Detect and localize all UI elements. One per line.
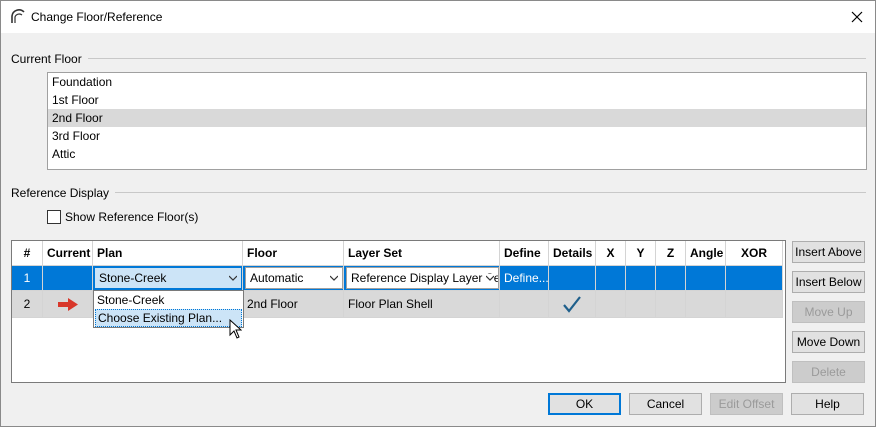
- row1-current[interactable]: [43, 266, 93, 291]
- col-header-x: X: [596, 241, 626, 266]
- row1-layer-set-cell: Reference Display Layer Set: [344, 266, 500, 291]
- row2-x[interactable]: [596, 291, 626, 318]
- show-reference-label[interactable]: Show Reference Floor(s): [65, 210, 198, 224]
- plan-dropdown-list[interactable]: Stone-Creek Choose Existing Plan...: [93, 290, 244, 328]
- col-header-define: Define: [500, 241, 549, 266]
- edit-offset-button[interactable]: Edit Offset: [710, 393, 783, 415]
- row1-layer-set-value: Reference Display Layer Set: [351, 271, 499, 285]
- plan-option-stone-creek[interactable]: Stone-Creek: [94, 291, 243, 309]
- row1-floor-value: Automatic: [250, 271, 304, 285]
- mouse-cursor-icon: [229, 319, 242, 339]
- row2-floor[interactable]: 2nd Floor: [243, 291, 344, 318]
- chevron-down-icon: [486, 274, 494, 282]
- checkmark-icon: [563, 296, 581, 313]
- cancel-button[interactable]: Cancel: [629, 393, 702, 415]
- change-floor-reference-dialog: Change Floor/Reference Current Floor Fou…: [0, 0, 876, 427]
- col-header-floor: Floor: [243, 241, 344, 266]
- app-arch-icon: [9, 8, 25, 24]
- row1-y[interactable]: [626, 266, 656, 291]
- move-up-button[interactable]: Move Up: [792, 301, 865, 323]
- row2-current[interactable]: [43, 291, 93, 318]
- move-down-button[interactable]: Move Down: [792, 331, 865, 353]
- row2-define[interactable]: [500, 291, 549, 318]
- col-header-details: Details: [549, 241, 596, 266]
- title-bar: Change Floor/Reference: [1, 1, 875, 33]
- row2-angle[interactable]: [686, 291, 726, 318]
- row1-z[interactable]: [656, 266, 686, 291]
- close-button[interactable]: [844, 5, 870, 29]
- window-title: Change Floor/Reference: [31, 10, 163, 24]
- col-header-y: Y: [626, 241, 656, 266]
- floor-item-attic[interactable]: Attic: [48, 145, 866, 163]
- chevron-down-icon: [229, 275, 237, 281]
- current-floor-divider: [11, 58, 866, 59]
- col-header-z: Z: [656, 241, 686, 266]
- plan-option-choose-existing[interactable]: Choose Existing Plan...: [95, 309, 242, 327]
- row1-plan-cell: Stone-Creek: [93, 266, 243, 291]
- row1-floor-combo[interactable]: Automatic: [245, 267, 343, 289]
- col-header-num: #: [12, 241, 43, 266]
- row1-xor[interactable]: [726, 266, 783, 291]
- col-header-layer-set: Layer Set: [344, 241, 500, 266]
- col-header-xor: XOR: [726, 241, 783, 266]
- help-button[interactable]: Help: [791, 393, 864, 415]
- reference-display-label: Reference Display: [11, 186, 116, 200]
- floor-item-3rd[interactable]: 3rd Floor: [48, 127, 866, 145]
- row1-floor-cell: Automatic: [243, 266, 344, 291]
- show-reference-checkbox[interactable]: [47, 210, 61, 224]
- reference-display-divider: [11, 192, 866, 193]
- row2-z[interactable]: [656, 291, 686, 318]
- insert-below-button[interactable]: Insert Below: [792, 271, 865, 293]
- floor-item-2nd[interactable]: 2nd Floor: [48, 109, 866, 127]
- row2-num[interactable]: 2: [12, 291, 43, 318]
- delete-button[interactable]: Delete: [792, 361, 865, 383]
- chevron-down-icon: [330, 275, 338, 281]
- close-icon: [851, 11, 863, 23]
- floor-item-foundation[interactable]: Foundation: [48, 73, 866, 91]
- ok-button[interactable]: OK: [548, 393, 621, 415]
- col-header-current: Current: [43, 241, 93, 266]
- row2-y[interactable]: [626, 291, 656, 318]
- insert-above-button[interactable]: Insert Above: [792, 241, 865, 263]
- row1-plan-combo[interactable]: Stone-Creek: [94, 267, 242, 289]
- row1-x[interactable]: [596, 266, 626, 291]
- col-header-angle: Angle: [686, 241, 726, 266]
- row2-xor[interactable]: [726, 291, 783, 318]
- row2-details[interactable]: [549, 291, 596, 318]
- current-floor-label: Current Floor: [11, 52, 88, 66]
- col-header-plan: Plan: [93, 241, 243, 266]
- row1-num[interactable]: 1: [12, 266, 43, 291]
- floor-item-1st[interactable]: 1st Floor: [48, 91, 866, 109]
- row1-define-button[interactable]: Define...: [500, 266, 549, 291]
- row1-layer-set-combo[interactable]: Reference Display Layer Set: [346, 267, 499, 289]
- row1-angle[interactable]: [686, 266, 726, 291]
- row2-layer-set[interactable]: Floor Plan Shell: [344, 291, 500, 318]
- current-floor-list[interactable]: Foundation 1st Floor 2nd Floor 3rd Floor…: [47, 72, 867, 170]
- row1-details[interactable]: [549, 266, 596, 291]
- row1-plan-value: Stone-Creek: [99, 271, 167, 285]
- current-arrow-icon: [58, 298, 78, 311]
